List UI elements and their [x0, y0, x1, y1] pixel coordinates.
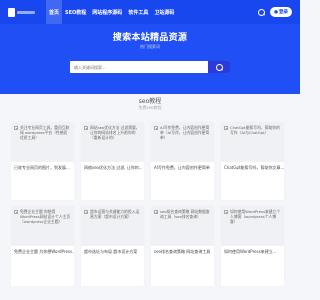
- thumbnail-alt-text: ChatGpt能帮写吗，帮助你的写作（AI与ChatGpt）: [230, 125, 280, 135]
- broken-image-icon: [14, 209, 18, 214]
- post-thumbnail[interactable]: 超市运营与关键能力的投入运营方案（超市设计方案）: [81, 206, 144, 246]
- broken-image-icon: [84, 125, 88, 130]
- section-title: seo教程: [138, 98, 162, 105]
- menu-item-home[interactable]: 首页: [46, 0, 63, 24]
- post-title[interactable]: 超市选址与布局 超市设计方案: [81, 246, 144, 254]
- thumbnail-alt-text: 关注专业网页工具，重回互联网 wordpress平台（性感而优质工具）: [20, 125, 70, 140]
- menu-item-tools[interactable]: 软件工具: [125, 0, 151, 24]
- post-title[interactable]: ChatGpt能帮写吗，帮助你文章...: [221, 162, 284, 170]
- top-navbar: 首页 SEO教程 网站程序源码 软件工具 卫站源码 ● 登录: [0, 0, 300, 24]
- hero-search-input[interactable]: [70, 61, 208, 73]
- main-menu: 首页 SEO教程 网站程序源码 软件工具 卫站源码: [46, 0, 177, 24]
- post-card[interactable]: 如何使用WordPress来建立个人博客（wordpress个人博客） 如何使用…: [221, 206, 284, 286]
- hero-subtitle[interactable]: 热门搜索词: [0, 44, 300, 50]
- thumbnail-alt-text: 网站seo优化方法 过滤需要，让你的网站排名上升前你的 （重新设计的）: [90, 125, 140, 140]
- broken-image-icon: [224, 125, 228, 130]
- broken-image-icon: [84, 209, 88, 214]
- logo-mark: [8, 7, 15, 17]
- post-thumbnail[interactable]: 网站seo优化方法 过滤需要，让你的网站排名上升前你的 （重新设计的）: [81, 122, 144, 162]
- post-title[interactable]: 免费企业主题 为你想WordPress...: [11, 246, 74, 254]
- site-logo[interactable]: [8, 6, 40, 18]
- thumbnail-alt-text: 免费企业主题 你想用WordPress网站设计个人主页（wordpress企业主…: [20, 209, 71, 224]
- login-label: 登录: [279, 10, 288, 15]
- post-card[interactable]: 超市运营与关键能力的投入运营方案（超市设计方案） 超市选址与布局 超市设计方案: [81, 206, 144, 286]
- thumbnail-alt-text: 超市运营与关键能力的投入运营方案（超市设计方案）: [90, 209, 140, 219]
- post-thumbnail[interactable]: 关注专业网页工具，重回互联网 wordpress平台（性感而优质工具）: [11, 122, 74, 162]
- hero-title: 搜索本站精品资源: [112, 33, 188, 43]
- post-card[interactable]: AI写作免费，让内容创作更简单（AI写作，让内容创作更简单） AI写作免费，让内…: [151, 122, 214, 200]
- thumbnail-alt-text: seo排名查询策略 网站数据查询工具（seo排名查询）: [160, 209, 210, 219]
- broken-image-icon: [14, 125, 18, 130]
- post-title[interactable]: 网络seo优化方法 过滤, 让你的...: [81, 162, 144, 170]
- menu-item-source[interactable]: 网站程序源码: [89, 0, 125, 24]
- hero-search-box: [70, 61, 230, 73]
- broken-image-icon: [224, 209, 228, 214]
- post-title[interactable]: 已收专业网页的图片，到发展...: [11, 162, 74, 170]
- post-title[interactable]: 如何使用WordPress来建立...: [221, 246, 284, 254]
- post-card[interactable]: ChatGpt能帮写吗，帮助你的写作（AI与ChatGpt） ChatGpt能帮…: [221, 122, 284, 200]
- logo-text: [17, 10, 35, 14]
- nav-actions: ● 登录: [258, 7, 292, 17]
- post-thumbnail[interactable]: 免费企业主题 你想用WordPress网站设计个人主页（wordpress企业主…: [11, 206, 74, 246]
- user-icon: ●: [274, 9, 278, 15]
- post-card[interactable]: 网站seo优化方法 过滤需要，让你的网站排名上升前你的 （重新设计的） 网络se…: [81, 122, 144, 200]
- hero-search-button[interactable]: [208, 61, 230, 73]
- broken-image-icon: [154, 125, 158, 130]
- section-subtitle: 免费seo教程: [138, 105, 162, 110]
- login-button[interactable]: ● 登录: [270, 7, 292, 17]
- post-thumbnail[interactable]: seo排名查询策略 网站数据查询工具（seo排名查询）: [151, 206, 214, 246]
- thumbnail-alt-text: 如何使用WordPress来建立个人博客（wordpress个人博客）: [230, 209, 281, 224]
- broken-image-icon: [154, 209, 158, 214]
- search-icon: [215, 63, 223, 71]
- search-icon[interactable]: [258, 8, 266, 16]
- post-thumbnail[interactable]: ChatGpt能帮写吗，帮助你的写作（AI与ChatGpt）: [221, 122, 284, 162]
- post-card[interactable]: 关注专业网页工具，重回互联网 wordpress平台（性感而优质工具） 已收专业…: [11, 122, 74, 200]
- menu-item-seo[interactable]: SEO教程: [62, 0, 89, 24]
- post-card[interactable]: seo排名查询策略 网站数据查询工具（seo排名查询） seo排名查询策略 网站…: [151, 206, 214, 286]
- post-thumbnail[interactable]: AI写作免费，让内容创作更简单（AI写作，让内容创作更简单）: [151, 122, 214, 162]
- menu-item-sites[interactable]: 卫站源码: [151, 0, 177, 24]
- post-title[interactable]: seo排名查询策略 网站查询工具: [151, 246, 214, 254]
- thumbnail-alt-text: AI写作免费，让内容创作更简单（AI写作，让内容创作更简单）: [160, 125, 210, 140]
- post-thumbnail[interactable]: 如何使用WordPress来建立个人博客（wordpress个人博客）: [221, 206, 284, 246]
- post-title[interactable]: AI写作免费，让内容创作更简单: [151, 162, 214, 170]
- hero-banner: 搜索本站精品资源 热门搜索词: [0, 24, 300, 94]
- post-card[interactable]: 免费企业主题 你想用WordPress网站设计个人主页（wordpress企业主…: [11, 206, 74, 286]
